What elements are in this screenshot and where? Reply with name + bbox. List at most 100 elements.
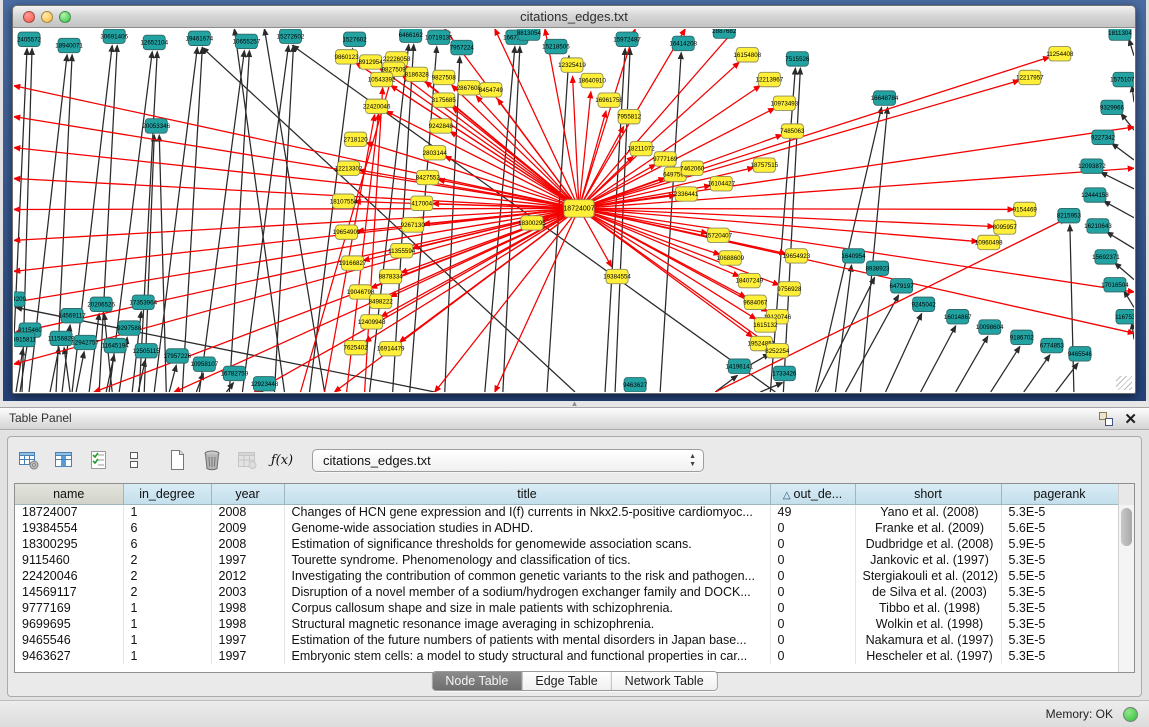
- graph-node-label: 17957226: [163, 353, 191, 360]
- table-row[interactable]: 1830029562008Estimation of significance …: [15, 536, 1118, 552]
- table-cell: Embryonic stem cells: a model to study s…: [284, 648, 770, 664]
- graph-node-label: 10655257: [233, 38, 261, 45]
- table-row[interactable]: 946362711997Embryonic stem cells: a mode…: [15, 648, 1118, 664]
- vertical-scrollbar[interactable]: [1118, 505, 1134, 672]
- graph-node-label: 10543392: [368, 77, 396, 84]
- create-column-button[interactable]: [164, 447, 190, 473]
- graph-node-label: 12325419: [558, 62, 586, 69]
- window-resize-grip[interactable]: [1116, 376, 1132, 390]
- graph-node-label: 10719135: [425, 34, 453, 41]
- network-window-titlebar[interactable]: citations_edges.txt: [13, 6, 1135, 28]
- tab-node-table[interactable]: Node Table: [432, 672, 522, 690]
- table-cell: 1: [123, 632, 211, 648]
- table-cell: 9463627: [15, 648, 123, 664]
- graph-node-label: 7957224: [450, 45, 475, 52]
- sort-ascending-icon: △: [783, 490, 791, 501]
- graph-node-label: 10960498: [975, 239, 1003, 246]
- close-panel-button[interactable]: ✕: [1124, 409, 1137, 430]
- column-header-pagerank[interactable]: pagerank: [1001, 484, 1118, 504]
- table-cell: 0: [770, 632, 855, 648]
- tab-network-table[interactable]: Network Table: [612, 672, 717, 690]
- graph-node-label: 8912954: [359, 59, 384, 66]
- function-builder-button[interactable]: ƒ(x): [269, 447, 295, 473]
- close-window-button[interactable]: [23, 11, 35, 23]
- table-row[interactable]: 1938455462009Genome-wide association stu…: [15, 520, 1118, 536]
- table-cell: 2012: [211, 568, 284, 584]
- graph-node-label: 9227342: [1091, 134, 1116, 141]
- column-header-title[interactable]: title: [284, 484, 770, 504]
- graph-node-label: 417004: [411, 200, 432, 207]
- toggle-rows-icon: [127, 450, 141, 470]
- graph-node-label: 9465546: [1068, 351, 1093, 358]
- graph-node-label: 9777169: [653, 156, 678, 163]
- network-canvas[interactable]: 1872400798601238912954222260589827509105…: [14, 29, 1134, 392]
- status-bar: Memory: OK: [0, 700, 1149, 727]
- citation-network-graph[interactable]: 1872400798601238912954222260589827509105…: [14, 29, 1134, 392]
- divider-grip-icon[interactable]: ▴: [0, 401, 1149, 406]
- graph-node-label: 20206526: [87, 301, 115, 308]
- float-panel-button[interactable]: [1099, 412, 1113, 426]
- row-selection-button[interactable]: [86, 447, 112, 473]
- graph-node-label: 8215953: [1057, 213, 1082, 220]
- graph-node-label: 9329966: [1100, 104, 1125, 111]
- table-cell: Yano et al. (2008): [855, 504, 1001, 520]
- network-window-title: citations_edges.txt: [13, 6, 1135, 28]
- graph-node-label: 9684067: [743, 299, 768, 306]
- table-mode-button[interactable]: [16, 447, 42, 473]
- dropdown-arrows-icon: ▲▼: [689, 453, 696, 469]
- column-header-name[interactable]: name: [15, 484, 123, 504]
- graph-node-label: 16154808: [733, 52, 761, 59]
- graph-node-label: 15972487: [613, 36, 641, 43]
- graph-node-label: 12409948: [358, 319, 386, 326]
- scrollbar-thumb[interactable]: [1121, 508, 1132, 546]
- table-panel-title: Table Panel: [9, 408, 72, 429]
- graph-node-label: 10958107: [191, 361, 219, 368]
- table-cell: 5.3E-5: [1001, 600, 1118, 616]
- table-cell: 1997: [211, 552, 284, 568]
- table-selector-value: citations_edges.txt: [323, 453, 431, 468]
- column-visibility-button[interactable]: [51, 447, 77, 473]
- table-cell: 1: [123, 600, 211, 616]
- graph-node-label: 19461674: [186, 35, 214, 42]
- table-cell: Disruption of a novel member of a sodium…: [284, 584, 770, 600]
- graph-node-label: 9827508: [432, 74, 457, 81]
- table-row[interactable]: 911546021997Tourette syndrome. Phenomeno…: [15, 552, 1118, 568]
- column-header-in-degree[interactable]: in_degree: [123, 484, 211, 504]
- tab-edge-table[interactable]: Edge Table: [522, 672, 611, 690]
- graph-node-label: 17016504: [1101, 282, 1129, 289]
- table-cell: Dudbridge et al. (2008): [855, 536, 1001, 552]
- table-row[interactable]: 969969511998Structural magnetic resonanc…: [15, 616, 1118, 632]
- graph-node-label: 11254408: [1046, 51, 1074, 58]
- table-cell: Hescheler et al. (1997): [855, 648, 1001, 664]
- network-window[interactable]: citations_edges.txt 18724007986012389129…: [12, 5, 1136, 394]
- table-row[interactable]: 946554611997Estimation of the future num…: [15, 632, 1118, 648]
- table-cell: 5.9E-5: [1001, 536, 1118, 552]
- table-selector-dropdown[interactable]: citations_edges.txt ▲▼: [312, 449, 704, 472]
- toggle-rows-button[interactable]: [121, 447, 147, 473]
- table-row[interactable]: 1456911722003Disruption of a novel membe…: [15, 584, 1118, 600]
- table-cell: 0: [770, 568, 855, 584]
- graph-node-label: 8252254: [765, 348, 790, 355]
- zoom-window-button[interactable]: [59, 11, 71, 23]
- table-cell: 9115460: [15, 552, 123, 568]
- graph-node-label: 14196141: [725, 363, 753, 370]
- graph-node-label: 9242848: [429, 123, 454, 130]
- scrollbar-corner: [1118, 484, 1134, 505]
- table-cell: 1998: [211, 600, 284, 616]
- delete-column-button[interactable]: [199, 447, 225, 473]
- trash-icon: [202, 449, 222, 471]
- table-row[interactable]: 2242004622012Investigating the contribut…: [15, 568, 1118, 584]
- graph-node-label: 2887682: [712, 29, 737, 35]
- table-cell: Franke et al. (2009): [855, 520, 1001, 536]
- table-row[interactable]: 977716911998Corpus callosum shape and si…: [15, 600, 1118, 616]
- table-row[interactable]: 1872400712008Changes of HCN gene express…: [15, 504, 1118, 520]
- graph-node-label: 18724007: [563, 204, 594, 212]
- column-header-year[interactable]: year: [211, 484, 284, 504]
- column-header-out-degree[interactable]: △out_de...: [770, 484, 855, 504]
- graph-node-label: 11355594: [388, 248, 416, 255]
- column-header-short[interactable]: short: [855, 484, 1001, 504]
- graph-node-label: 16782759: [221, 370, 249, 377]
- graph-node-label: 3915811: [14, 336, 36, 343]
- minimize-window-button[interactable]: [41, 11, 53, 23]
- memory-ok-indicator[interactable]: [1123, 707, 1138, 722]
